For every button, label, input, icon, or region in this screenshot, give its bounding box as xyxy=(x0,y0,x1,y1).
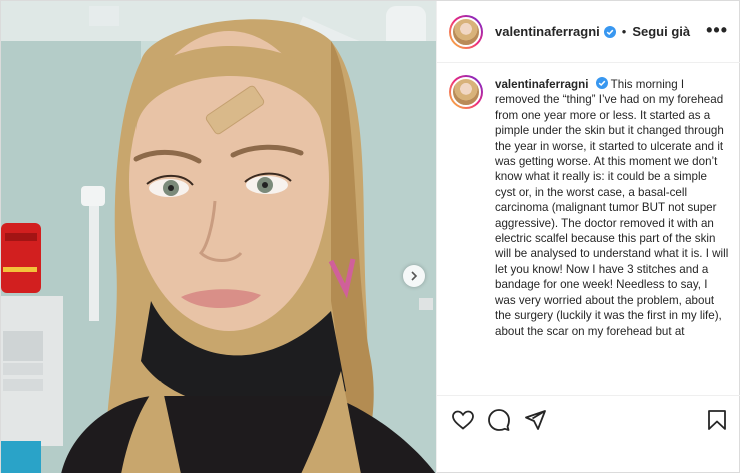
more-options-button[interactable]: ••• xyxy=(706,21,728,39)
paper-plane-icon[interactable] xyxy=(523,408,547,432)
next-photo-button[interactable] xyxy=(403,265,425,287)
caption-avatar[interactable] xyxy=(449,75,483,109)
bookmark-icon[interactable] xyxy=(705,408,729,432)
caption-username[interactable]: valentinaferragni xyxy=(495,78,588,91)
caption-body: This morning I removed the “thing” I’ve … xyxy=(495,78,729,338)
verified-badge-icon xyxy=(595,77,608,89)
caption-text: valentinaferragni This morning I removed… xyxy=(495,77,730,339)
avatar[interactable] xyxy=(449,14,483,49)
separator-dot: • xyxy=(621,24,627,39)
post-actions-bar xyxy=(437,395,740,473)
header-username[interactable]: valentinaferragni xyxy=(495,24,600,39)
caption-scroll-area[interactable]: valentinaferragni This morning I removed… xyxy=(437,63,740,395)
instagram-post: valentinaferragni • Segui già ••• valent… xyxy=(0,0,740,473)
heart-icon[interactable] xyxy=(451,408,475,432)
post-photo[interactable] xyxy=(1,1,436,473)
comment-icon[interactable] xyxy=(487,408,511,432)
following-button[interactable]: Segui già xyxy=(632,24,690,39)
chevron-right-icon xyxy=(411,271,418,281)
selfie-illustration xyxy=(1,1,436,473)
caption-row: valentinaferragni This morning I removed… xyxy=(449,75,730,339)
verified-badge-icon xyxy=(603,25,616,38)
post-header: valentinaferragni • Segui già ••• xyxy=(437,1,740,63)
post-side-panel: valentinaferragni • Segui già ••• valent… xyxy=(436,1,740,473)
